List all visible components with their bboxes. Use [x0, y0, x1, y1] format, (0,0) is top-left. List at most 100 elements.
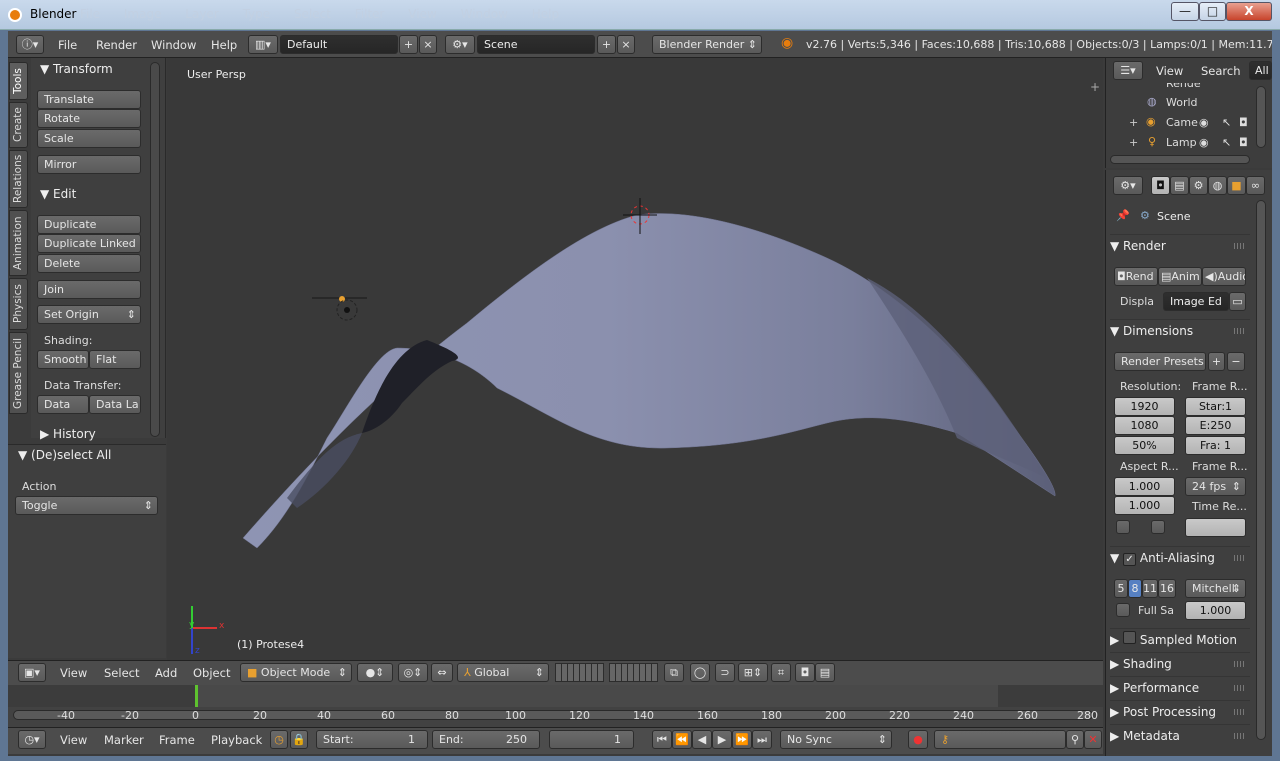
editor-type-properties-button[interactable]: ⚙▾ — [1113, 176, 1143, 195]
panel-grip-icon[interactable] — [1234, 555, 1244, 561]
flat-button[interactable]: Flat — [89, 350, 141, 369]
mode-dropdown[interactable]: ■ Object Mode ⇕ — [240, 663, 352, 682]
outliner-filter-dropdown[interactable]: All — [1249, 61, 1272, 80]
editor-type-info-button[interactable]: ⓘ▾ — [16, 35, 44, 54]
add-scene-button[interactable]: + — [597, 35, 616, 54]
fps-dropdown[interactable]: 24 fps ⇕ — [1185, 477, 1246, 496]
render-engine-dropdown[interactable]: Blender Render ⇕ — [652, 35, 762, 54]
expand-lamp-icon[interactable]: + — [1129, 136, 1138, 149]
panel-grip-icon[interactable] — [1234, 328, 1244, 334]
duplicate-linked-button[interactable]: Duplicate Linked — [37, 234, 141, 253]
full-sample-checkbox[interactable] — [1116, 603, 1130, 617]
layout-field[interactable]: Default — [280, 35, 398, 54]
delete-button[interactable]: Delete — [37, 254, 141, 273]
pivot-dropdown[interactable]: ◎⇕ — [398, 663, 428, 682]
frame-start-field[interactable]: Star:1 — [1185, 397, 1246, 416]
duplicate-button[interactable]: Duplicate — [37, 215, 141, 234]
render-presets-dropdown[interactable]: Render Presets — [1114, 352, 1206, 371]
tab-create[interactable]: Create — [9, 102, 28, 148]
smooth-button[interactable]: Smooth — [37, 350, 89, 369]
lamp-render-icon[interactable]: ◘ — [1239, 136, 1248, 149]
dimensions-panel-header[interactable]: ▼ Dimensions — [1110, 319, 1250, 341]
aspect-x-field[interactable]: 1.000 — [1114, 477, 1175, 496]
menu-help[interactable]: Help — [211, 38, 237, 52]
proportional-edit-icon[interactable]: ◯ — [690, 663, 710, 682]
editor-type-timeline-button[interactable]: ◷▾ — [18, 730, 46, 749]
menu-outliner-search[interactable]: Search — [1201, 64, 1241, 78]
play-icon[interactable]: ▶ — [712, 730, 732, 749]
outliner-vscrollbar[interactable] — [1256, 86, 1266, 148]
aa-samples-11[interactable]: 11 — [1142, 579, 1158, 598]
current-frame-field[interactable]: 1 — [549, 730, 634, 749]
operator-header[interactable]: ▼ (De)select All — [18, 448, 111, 462]
tool-shelf-scrollbar[interactable] — [150, 62, 160, 437]
camera-visibility-eye-icon[interactable]: ◉ — [1199, 116, 1209, 129]
scene-icon[interactable]: ⚙▾ — [445, 35, 475, 54]
tab-tools[interactable]: Tools — [9, 62, 28, 100]
keying-set-field[interactable]: ⚷ — [934, 730, 1066, 749]
menu-add[interactable]: Add — [155, 666, 177, 680]
remove-preset-button[interactable]: − — [1227, 352, 1245, 371]
motion-blur-checkbox[interactable] — [1123, 631, 1137, 644]
display-lock-icon[interactable]: ▭ — [1229, 292, 1246, 311]
resolution-percent-field[interactable]: 50% — [1114, 436, 1175, 455]
layers-group-2[interactable] — [609, 663, 658, 682]
lock-icon[interactable]: 🔒 — [290, 730, 308, 749]
screen-layout-icon[interactable]: ▥▾ — [248, 35, 278, 54]
action-dropdown[interactable]: Toggle ⇕ — [15, 496, 158, 515]
history-panel-header[interactable]: ▶ History — [40, 427, 96, 441]
rotate-button[interactable]: Rotate — [37, 109, 141, 128]
play-reverse-icon[interactable]: ◀ — [692, 730, 712, 749]
constraints-context-icon[interactable]: ∞ — [1246, 176, 1265, 195]
snap-icon[interactable]: ⊃ — [715, 663, 735, 682]
performance-panel-header[interactable]: ▶ Performance — [1110, 676, 1250, 698]
maximize-button[interactable]: □ — [1199, 2, 1226, 21]
aspect-y-field[interactable]: 1.000 — [1114, 496, 1175, 515]
menu-select[interactable]: Select — [104, 666, 139, 680]
render-anim-icon[interactable]: ▤ — [815, 663, 835, 682]
transform-panel-header[interactable]: ▼ Transform — [40, 62, 113, 76]
preview-range-icon[interactable]: ◷ — [270, 730, 288, 749]
render-context-icon[interactable]: ◘ — [1151, 176, 1170, 195]
aa-filter-dropdown[interactable]: Mitchell- ⇕ — [1185, 579, 1246, 598]
editor-type-outliner-button[interactable]: ☰▾ — [1113, 61, 1143, 80]
frame-step-field[interactable]: Fra: 1 — [1185, 436, 1246, 455]
world-context-icon[interactable]: ◍ — [1208, 176, 1227, 195]
snap-element-icon[interactable]: ⊞⇕ — [738, 663, 768, 682]
panel-grip-icon[interactable] — [1234, 661, 1244, 667]
tab-animation[interactable]: Animation — [9, 210, 28, 276]
data-button[interactable]: Data — [37, 395, 89, 414]
jump-start-icon[interactable]: ⏮ — [652, 730, 672, 749]
outliner-item-world[interactable]: World — [1166, 96, 1198, 109]
join-button[interactable]: Join — [37, 280, 141, 299]
playhead[interactable] — [195, 685, 198, 707]
resolution-x-field[interactable]: 1920 — [1114, 397, 1175, 416]
manipulator-toggle[interactable]: ⇔ — [431, 663, 453, 682]
panel-grip-icon[interactable] — [1234, 243, 1244, 249]
metadata-panel-header[interactable]: ▶ Metadata — [1110, 724, 1250, 746]
tab-physics[interactable]: Physics — [9, 278, 28, 330]
tab-grease-pencil[interactable]: Grease Pencil — [9, 332, 28, 414]
end-frame-field[interactable]: End: 250 — [432, 730, 540, 749]
layer-lock-icon[interactable]: ⧉ — [664, 663, 684, 682]
menu-outliner-view[interactable]: View — [1156, 64, 1183, 78]
render-still-icon[interactable]: ◘ — [795, 663, 815, 682]
insert-key-icon[interactable]: ⚲ — [1066, 730, 1084, 749]
render-button[interactable]: ◘Rend — [1114, 267, 1158, 286]
close-button[interactable]: X — [1226, 2, 1272, 21]
menu-object[interactable]: Object — [193, 666, 230, 680]
menu-frame[interactable]: Frame — [159, 733, 195, 747]
frame-end-field[interactable]: E:250 — [1185, 416, 1246, 435]
render-layers-icon[interactable]: ▤ — [1170, 176, 1189, 195]
panel-grip-icon[interactable] — [1234, 709, 1244, 715]
add-layout-button[interactable]: + — [399, 35, 418, 54]
remove-layout-button[interactable]: × — [419, 35, 437, 54]
record-icon[interactable]: ● — [908, 730, 928, 749]
add-preset-button[interactable]: + — [1208, 352, 1225, 371]
tab-relations[interactable]: Relations — [9, 150, 28, 208]
menu-view[interactable]: View — [60, 666, 87, 680]
data-layout-button[interactable]: Data La — [89, 395, 141, 414]
sync-dropdown[interactable]: No Sync ⇕ — [780, 730, 892, 749]
outliner-item-camera[interactable]: Came — [1166, 116, 1198, 129]
scene-context-icon[interactable]: ⚙ — [1189, 176, 1208, 195]
